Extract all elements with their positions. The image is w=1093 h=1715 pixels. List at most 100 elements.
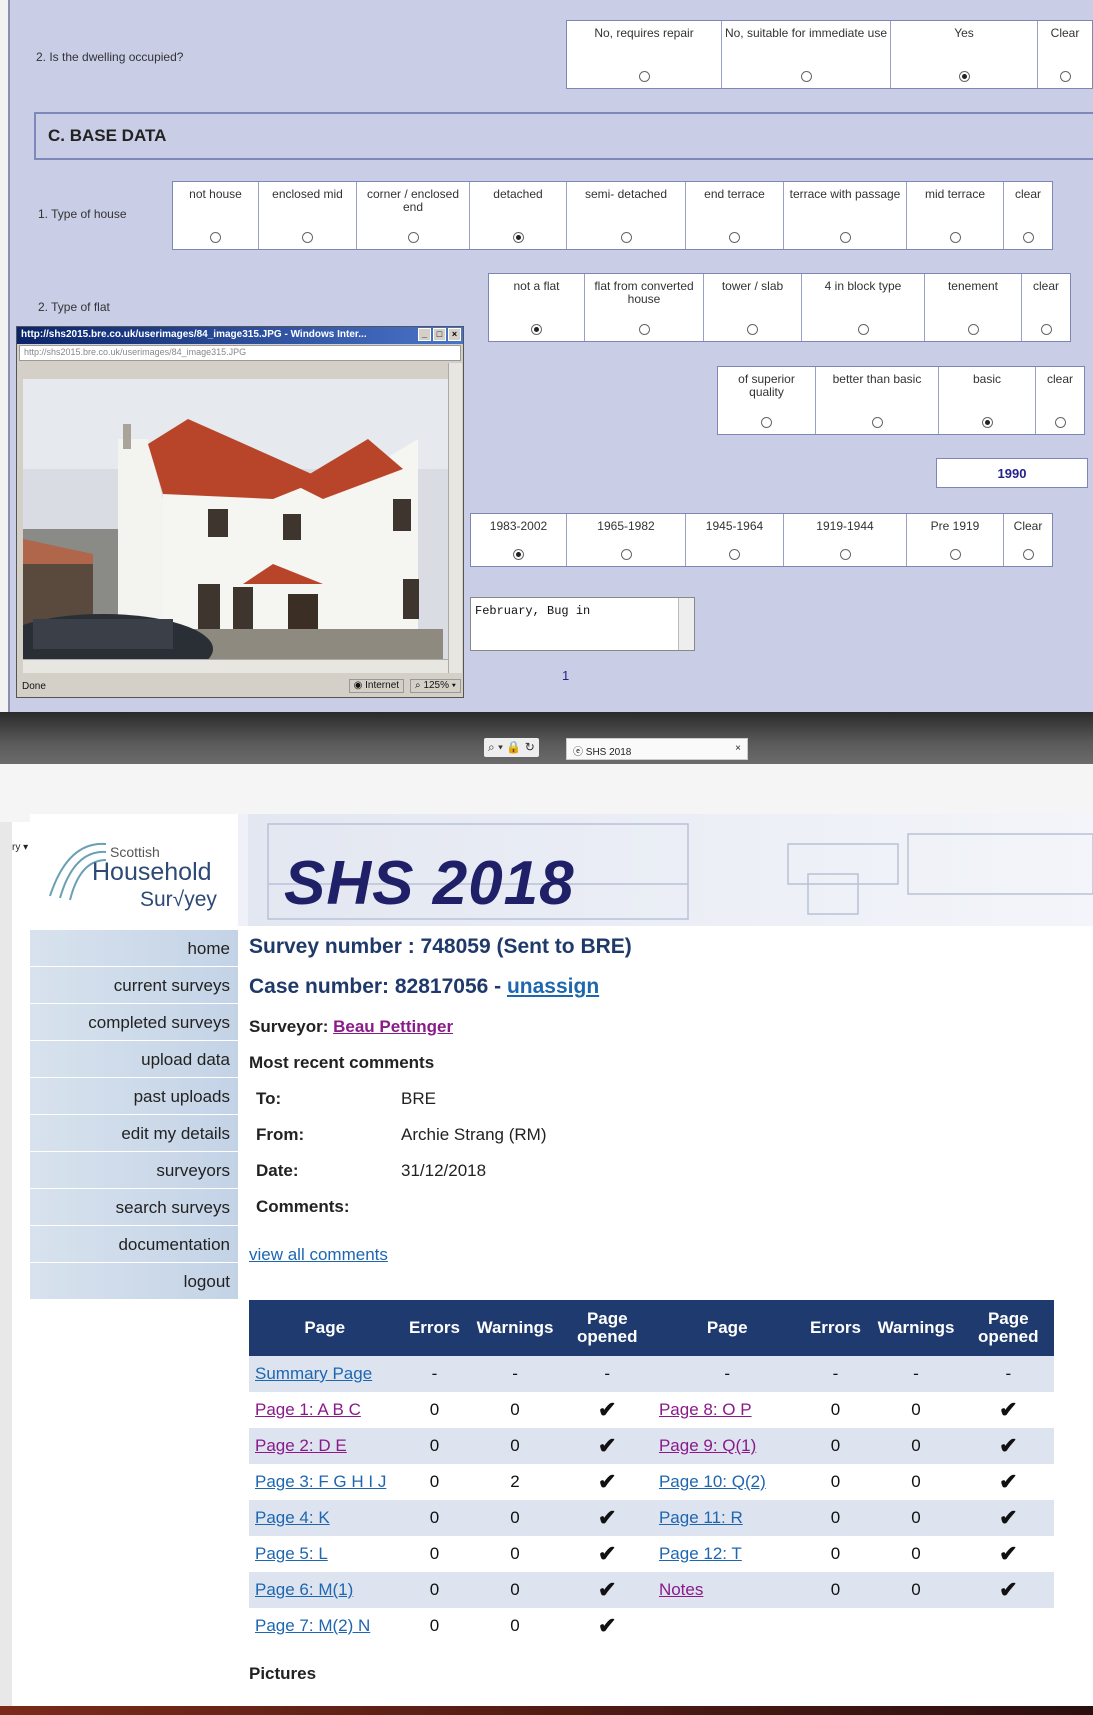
radio-button[interactable]	[747, 324, 758, 335]
radio-button[interactable]	[839, 232, 851, 243]
sidebar-item-logout[interactable]: logout	[30, 1263, 238, 1300]
radio-button[interactable]	[857, 324, 869, 335]
page-link[interactable]: Page 10: Q(2)	[659, 1472, 766, 1491]
radio-option[interactable]: Pre 1919	[907, 514, 1004, 566]
radio-button[interactable]	[620, 232, 632, 243]
radio-option[interactable]: No, suitable for immediate use	[722, 21, 891, 88]
comment-scrollbar[interactable]	[678, 598, 694, 650]
radio-button[interactable]	[1022, 232, 1034, 243]
radio-option[interactable]: clear	[1036, 367, 1084, 434]
radio-option[interactable]: No, requires repair	[567, 21, 722, 88]
page-link[interactable]: Page 7: M(2) N	[255, 1616, 370, 1635]
radio-option[interactable]: Clear	[1004, 514, 1052, 566]
radio-button[interactable]	[981, 417, 993, 428]
radio-option[interactable]: terrace with passage	[784, 182, 907, 249]
radio-button[interactable]	[839, 549, 851, 560]
radio-button[interactable]	[949, 549, 961, 560]
page-link[interactable]: Page 9: Q(1)	[659, 1436, 756, 1455]
radio-button[interactable]	[729, 232, 740, 243]
sidebar-item-home[interactable]: home	[30, 930, 238, 967]
radio-button[interactable]	[531, 324, 542, 335]
page-link[interactable]: Notes	[659, 1580, 703, 1599]
radio-option[interactable]: of superior quality	[718, 367, 816, 434]
radio-button[interactable]	[729, 549, 740, 560]
radio-option[interactable]: 1983-2002	[471, 514, 567, 566]
minimize-icon[interactable]: _	[418, 328, 431, 341]
close-icon[interactable]: ×	[448, 328, 461, 341]
radio-option[interactable]: 1919-1944	[784, 514, 907, 566]
sidebar-item-completed-surveys[interactable]: completed surveys	[30, 1004, 238, 1041]
radio-option[interactable]: better than basic	[816, 367, 939, 434]
popup-address-bar[interactable]: http://shs2015.bre.co.uk/userimages/84_i…	[19, 345, 461, 361]
page-link[interactable]: Page 12: T	[659, 1544, 742, 1563]
radio-button[interactable]	[800, 71, 812, 82]
sidebar-item-upload-data[interactable]: upload data	[30, 1041, 238, 1078]
radio-option[interactable]: mid terrace	[907, 182, 1004, 249]
radio-button[interactable]	[210, 232, 221, 243]
radio-option[interactable]: not a flat	[489, 274, 585, 341]
radio-button[interactable]	[513, 549, 524, 560]
radio-button[interactable]	[638, 71, 650, 82]
radio-button[interactable]	[1054, 417, 1066, 428]
radio-button[interactable]	[302, 232, 313, 243]
radio-button[interactable]	[620, 549, 632, 560]
radio-option[interactable]: clear	[1022, 274, 1070, 341]
radio-option[interactable]: clear	[1004, 182, 1052, 249]
unassign-link[interactable]: unassign	[507, 975, 599, 998]
browser-tab[interactable]: ⓔ SHS 2018 ×	[566, 738, 748, 760]
popup-vertical-scrollbar[interactable]	[448, 363, 462, 673]
page-link[interactable]: Page 1: A B C	[255, 1400, 361, 1419]
radio-option[interactable]: basic	[939, 367, 1036, 434]
sidebar-item-past-uploads[interactable]: past uploads	[30, 1078, 238, 1115]
radio-button[interactable]	[958, 71, 970, 82]
radio-button[interactable]	[638, 324, 650, 335]
sidebar-item-current-surveys[interactable]: current surveys	[30, 967, 238, 1004]
radio-option[interactable]: 1965-1982	[567, 514, 686, 566]
radio-option[interactable]: enclosed mid	[259, 182, 357, 249]
radio-option[interactable]: Clear	[1038, 21, 1092, 88]
radio-option[interactable]: 1945-1964	[686, 514, 784, 566]
comment-textarea[interactable]: February, Bug in	[470, 597, 695, 651]
page-link[interactable]: Page 2: D E	[255, 1436, 347, 1455]
surveyor-link[interactable]: Beau Pettinger	[333, 1017, 453, 1036]
page-link[interactable]: Page 5: L	[255, 1544, 328, 1563]
radio-button[interactable]	[512, 232, 524, 243]
radio-button[interactable]	[967, 324, 979, 335]
sidebar-item-search-surveys[interactable]: search surveys	[30, 1189, 238, 1226]
radio-button[interactable]	[1022, 549, 1034, 560]
sidebar-item-documentation[interactable]: documentation	[30, 1226, 238, 1263]
radio-option[interactable]: semi- detached	[567, 182, 686, 249]
maximize-icon[interactable]: □	[433, 328, 446, 341]
page-link[interactable]: Page 3: F G H I J	[255, 1472, 386, 1491]
sidebar-item-surveyors[interactable]: surveyors	[30, 1152, 238, 1189]
radio-option[interactable]: end terrace	[686, 182, 784, 249]
radio-option[interactable]: tenement	[925, 274, 1022, 341]
radio-option[interactable]: Yes	[891, 21, 1038, 88]
radio-button[interactable]	[761, 417, 772, 428]
shs-logo[interactable]: Scottish Household Sur√yey	[30, 814, 238, 926]
page-link[interactable]: Page 6: M(1)	[255, 1580, 353, 1599]
radio-option[interactable]: detached	[470, 182, 567, 249]
sidebar-item-edit-my-details[interactable]: edit my details	[30, 1115, 238, 1152]
page-link[interactable]: Page 4: K	[255, 1508, 330, 1527]
radio-button[interactable]	[949, 232, 961, 243]
radio-option[interactable]: flat from converted house	[585, 274, 704, 341]
radio-button[interactable]	[407, 232, 419, 243]
address-controls[interactable]: ⌕ ▾ 🔒 ↻	[484, 738, 539, 757]
zoom-level[interactable]: ⌕ 125% ▾	[410, 679, 461, 693]
radio-option[interactable]: corner / enclosed end	[357, 182, 470, 249]
page-link[interactable]: Page 8: O P	[659, 1400, 752, 1419]
view-all-comments-link[interactable]: view all comments	[249, 1245, 1079, 1269]
radio-option[interactable]: 4 in block type	[802, 274, 925, 341]
radio-button[interactable]	[1059, 71, 1071, 82]
page-link[interactable]: Page 11: R	[659, 1508, 743, 1527]
page-number[interactable]: 1	[562, 668, 569, 683]
radio-option[interactable]: not house	[173, 182, 259, 249]
page-link[interactable]: Summary Page	[255, 1364, 372, 1383]
radio-button[interactable]	[1040, 324, 1052, 335]
year-built-field[interactable]: 1990	[936, 458, 1088, 488]
radio-option[interactable]: tower / slab	[704, 274, 802, 341]
popup-horizontal-scrollbar[interactable]	[23, 659, 448, 673]
radio-button[interactable]	[871, 417, 883, 428]
tab-close-icon[interactable]: ×	[735, 743, 741, 755]
